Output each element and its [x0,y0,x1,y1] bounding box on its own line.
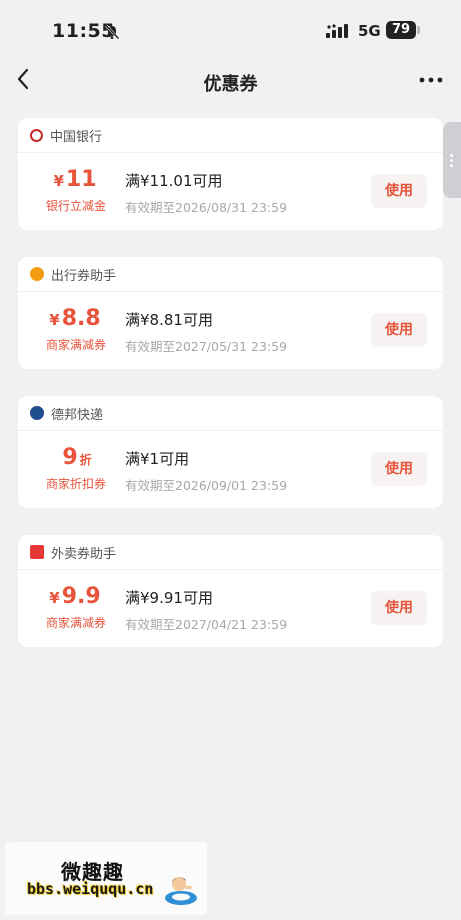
coupon-expiry: 有效期至2026/08/31 23:59 [125,200,288,215]
coupon-card-body: ¥9.9 商家满减券 满¥9.91可用 有效期至2027/04/21 23:59… [18,570,443,647]
use-coupon-button[interactable]: 使用 [371,174,427,208]
coupon-card-body: ¥11 银行立减金 满¥11.01可用 有效期至2026/08/31 23:59… [18,153,443,230]
merchant-name: 德邦快递 [51,407,104,423]
coupon-condition: 满¥1可用 [125,450,190,468]
coupon-condition: 满¥11.01可用 [125,172,223,190]
coupon-card-header: 中国银行 [18,118,443,153]
deppon-express-logo-icon [30,406,44,420]
coupon-card-header: 出行券助手 [18,257,443,292]
coupon-card-body: 9折 商家折扣券 满¥1可用 有效期至2026/09/01 23:59 使用 [18,431,443,508]
coupon-card-header: 外卖券助手 [18,535,443,570]
coupon-amount: ¥8.8 商家满减券 [26,306,126,354]
bank-of-china-logo-icon [30,128,43,142]
coupon-value: 8.8 [61,306,101,331]
coupon-value: 9 [62,445,78,470]
coupon-amount: 9折 商家折扣券 [26,445,126,493]
coupon-expiry: 有效期至2027/05/31 23:59 [125,339,288,354]
coupon-condition: 满¥9.91可用 [125,589,213,607]
coupon-value: 11 [65,167,97,192]
bell-muted-icon [105,24,120,40]
swim-ring-mascot-icon [165,877,197,905]
floating-side-handle[interactable] [443,122,461,198]
coupon-card-body: ¥8.8 商家满减券 满¥8.81可用 有效期至2027/05/31 23:59… [18,292,443,369]
currency-symbol: ¥ [53,172,64,190]
watermark: 微趣趣 bbs.weiququ.cn [5,842,207,915]
nav-bar: 优惠券 [0,62,461,102]
coupon-amount: ¥9.9 商家满减券 [26,584,126,632]
travel-coupon-logo-icon [30,267,44,281]
coupon-card-header: 德邦快递 [18,396,443,431]
battery-cap [417,26,420,34]
coupon-card: 德邦快递 9折 商家折扣券 满¥1可用 有效期至2026/09/01 23:59… [18,396,443,508]
use-coupon-button[interactable]: 使用 [371,452,427,486]
merchant-name: 出行券助手 [51,268,117,284]
coupon-unit: 折 [79,453,92,467]
coupon-value: 9.9 [61,584,101,609]
coupon-expiry: 有效期至2027/04/21 23:59 [125,617,288,632]
merchant-name: 外卖券助手 [51,546,117,562]
coupon-card: 中国银行 ¥11 银行立减金 满¥11.01可用 有效期至2026/08/31 … [18,118,443,230]
more-options-icon[interactable] [419,76,443,84]
coupon-card: 出行券助手 ¥8.8 商家满减券 满¥8.81可用 有效期至2027/05/31… [18,257,443,369]
coupon-condition: 满¥8.81可用 [125,311,213,329]
coupon-type: 商家满减券 [45,616,106,630]
battery-indicator: 79 [386,21,416,39]
coupon-expiry: 有效期至2026/09/01 23:59 [125,478,288,493]
takeout-coupon-logo-icon [30,545,44,559]
status-bar: 11:55 5G 79 [0,0,461,62]
network-type: 5G [358,22,381,40]
coupon-amount: ¥11 银行立减金 [26,167,126,215]
currency-symbol: ¥ [49,589,60,607]
coupon-type: 银行立减金 [45,199,106,213]
signal-icon [326,24,348,38]
coupon-type: 商家满减券 [45,338,106,352]
page-title: 优惠券 [203,74,258,95]
use-coupon-button[interactable]: 使用 [371,313,427,347]
coupon-card: 外卖券助手 ¥9.9 商家满减券 满¥9.91可用 有效期至2027/04/21… [18,535,443,647]
watermark-url: bbs.weiququ.cn [27,880,154,898]
use-coupon-button[interactable]: 使用 [371,591,427,625]
currency-symbol: ¥ [49,311,60,329]
merchant-name: 中国银行 [50,129,103,145]
coupon-type: 商家折扣券 [45,477,106,491]
